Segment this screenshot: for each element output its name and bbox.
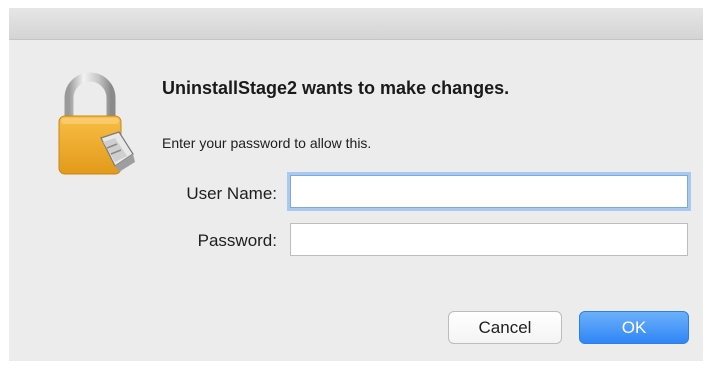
auth-dialog: UninstallStage2 wants to make changes. E… — [9, 8, 703, 361]
username-label: User Name: — [186, 184, 277, 203]
dialog-title: UninstallStage2 wants to make changes. — [162, 78, 510, 98]
password-label: Password: — [197, 231, 277, 250]
ok-button[interactable]: OK — [579, 311, 689, 344]
password-field[interactable] — [290, 223, 688, 256]
username-field[interactable] — [290, 175, 688, 208]
dialog-message: Enter your password to allow this. — [162, 135, 372, 151]
cancel-button[interactable]: Cancel — [448, 311, 562, 344]
dialog-titlebar[interactable] — [9, 8, 703, 40]
lock-icon — [55, 68, 145, 178]
